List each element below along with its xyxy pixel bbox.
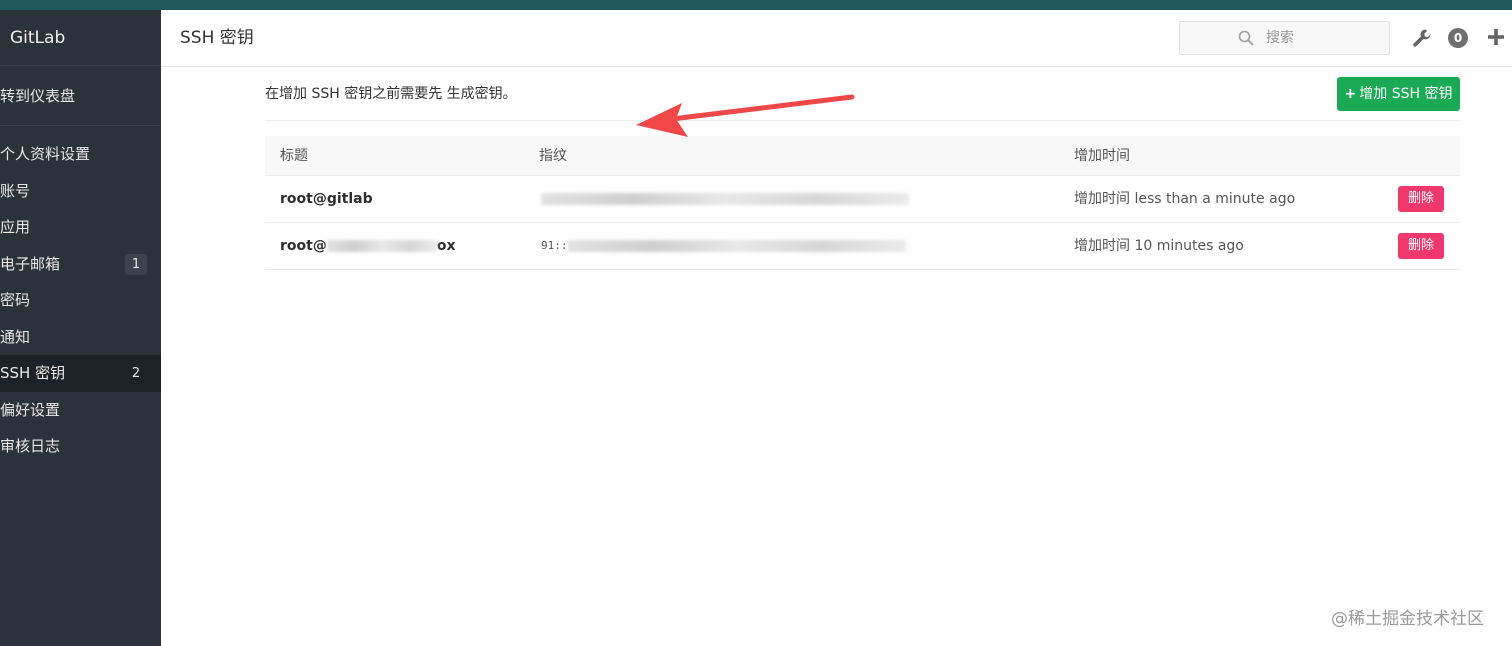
- add-ssh-key-button[interactable]: + 增加 SSH 密钥: [1337, 77, 1460, 111]
- sidebar-item-label: 个人资料设置: [0, 145, 91, 163]
- column-fingerprint: 指纹: [539, 148, 567, 164]
- ssh-keys-table: 标题 指纹 增加时间 root@gitlab 增加时间 less than a …: [265, 136, 1460, 270]
- sidebar-item-profile[interactable]: 个人资料设置: [0, 136, 161, 173]
- sidebar-item-audit-log[interactable]: 审核日志: [0, 428, 161, 465]
- sidebar-item-label: 审核日志: [0, 437, 61, 455]
- ssh-keys-count-badge: 2: [131, 366, 141, 381]
- redacted-hostname: [326, 240, 437, 252]
- sidebar-item-label: 应用: [0, 218, 31, 236]
- sidebar-item-applications[interactable]: 应用: [0, 209, 161, 246]
- plus-icon: +: [1344, 86, 1357, 102]
- key-added-time: 增加时间 less than a minute ago: [1074, 191, 1296, 207]
- fingerprint-prefix: 91::: [541, 239, 568, 252]
- sidebar-item-label: 电子邮箱: [0, 254, 61, 273]
- table-row: root@gitlab 增加时间 less than a minute ago …: [265, 176, 1460, 223]
- intro-text: 在增加 SSH 密钥之前需要先 生成密钥。: [265, 86, 517, 102]
- page-header: SSH 密钥 搜索 0: [161, 10, 1512, 67]
- table-header: 标题 指纹 增加时间: [265, 136, 1460, 176]
- page-title: SSH 密钥: [180, 28, 254, 48]
- column-title: 标题: [280, 148, 308, 164]
- search-icon: [1238, 30, 1254, 46]
- sidebar-brand[interactable]: GitLab: [0, 10, 161, 66]
- sidebar-item-ssh-keys[interactable]: SSH 密钥 2: [0, 355, 161, 392]
- sidebar: GitLab 转到仪表盘 个人资料设置 账号 应用 电子邮箱 1 密码 通知 SS…: [0, 10, 161, 646]
- sidebar-item-password[interactable]: 密码: [0, 282, 161, 319]
- plus-icon[interactable]: [1486, 27, 1506, 47]
- delete-button[interactable]: 删除: [1398, 186, 1444, 212]
- watermark-text: @稀土掘金技术社区: [1331, 609, 1484, 629]
- sidebar-item-label: 密码: [0, 291, 31, 309]
- annotation-arrow: [636, 94, 855, 137]
- divider: [265, 120, 1460, 121]
- redacted-fingerprint: [567, 240, 906, 252]
- sidebar-item-emails[interactable]: 电子邮箱 1: [0, 246, 161, 283]
- key-title-suffix: ox: [436, 238, 456, 254]
- key-title[interactable]: root@ ox: [280, 223, 456, 269]
- delete-button[interactable]: 删除: [1398, 233, 1444, 259]
- sidebar-item-label: 通知: [0, 327, 31, 346]
- add-ssh-key-label: 增加 SSH 密钥: [1359, 86, 1453, 102]
- sidebar-item-label: 账号: [0, 181, 31, 200]
- column-added-time: 增加时间: [1074, 148, 1130, 164]
- top-accent-bar: [0, 0, 1512, 10]
- redacted-fingerprint: [541, 193, 909, 205]
- sidebar-item-label: 偏好设置: [0, 400, 61, 419]
- sidebar-nav: 个人资料设置 账号 应用 电子邮箱 1 密码 通知 SSH 密钥 2 偏好设置 审核…: [0, 126, 161, 465]
- key-added-time: 增加时间 10 minutes ago: [1074, 238, 1244, 254]
- emails-count-badge: 1: [125, 253, 147, 275]
- key-fingerprint: 91::: [541, 223, 906, 269]
- search-placeholder: 搜索: [1266, 30, 1294, 46]
- search-input[interactable]: 搜索: [1179, 21, 1390, 55]
- wrench-icon[interactable]: [1411, 27, 1433, 49]
- key-title[interactable]: root@gitlab: [280, 176, 373, 222]
- sidebar-item-label: SSH 密钥: [0, 364, 66, 382]
- sidebar-item-preferences[interactable]: 偏好设置: [0, 392, 161, 429]
- todo-count-badge[interactable]: 0: [1448, 28, 1468, 48]
- sidebar-item-notifications[interactable]: 通知: [0, 319, 161, 356]
- sidebar-item-account[interactable]: 账号: [0, 173, 161, 210]
- table-row: root@ ox 91:: 增加时间 10 minutes ago 删除: [265, 223, 1460, 270]
- key-title-prefix: root@: [280, 238, 327, 254]
- sidebar-back-to-dashboard[interactable]: 转到仪表盘: [0, 66, 161, 126]
- key-fingerprint: [541, 176, 909, 222]
